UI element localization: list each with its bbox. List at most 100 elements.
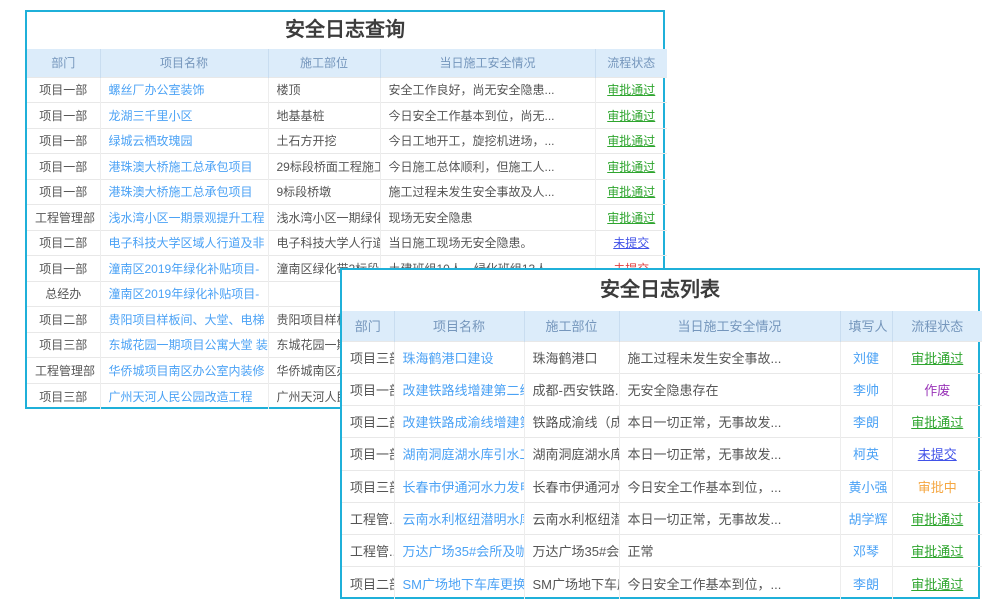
project-name-link[interactable]: 长春市伊通河水力发电厂... [394,470,524,502]
cell-department: 项目一部 [27,128,100,154]
writer-link[interactable]: 邓琴 [840,535,892,567]
cell-safety-situation: 今日安全工作基本到位，尚无... [380,103,595,129]
cell-safety-situation: 施工过程未发生安全事故... [619,341,840,373]
table-row: 项目三部珠海鹤港口建设珠海鹤港口施工过程未发生安全事故...刘健审批通过 [342,341,982,373]
cell-department: 工程管... [342,535,394,567]
status-link[interactable]: 审批通过 [892,406,982,438]
cell-department: 项目三部 [27,383,100,409]
cell-department: 项目一部 [27,256,100,282]
page-title: 安全日志查询 [27,12,663,49]
status-link[interactable]: 审批通过 [892,567,982,599]
status-link[interactable]: 审批通过 [595,103,667,129]
project-name-link[interactable]: 港珠澳大桥施工总承包项目 [100,179,268,205]
cell-construction-location: 铁路成渝线（成... [524,406,619,438]
cell-department: 项目三部 [342,341,394,373]
writer-link[interactable]: 黄小强 [840,470,892,502]
project-name-link[interactable]: 改建铁路成渝线增建第二... [394,406,524,438]
project-name-link[interactable]: 潼南区2019年绿化补贴项目- [100,281,268,307]
status-link[interactable]: 审批中 [892,470,982,502]
cell-construction-location: SM广场地下车库 [524,567,619,599]
cell-department: 项目二部 [342,567,394,599]
project-name-link[interactable]: 万达广场35#会所及咖啡... [394,535,524,567]
cell-department: 项目一部 [27,179,100,205]
table-row: 项目一部港珠澳大桥施工总承包项目9标段桥墩施工过程未发生安全事故及人...审批通… [27,179,667,205]
project-name-link[interactable]: 绿城云栖玫瑰园 [100,128,268,154]
status-link[interactable]: 未提交 [595,230,667,256]
cell-construction-location: 土石方开挖 [268,128,380,154]
cell-department: 总经办 [27,281,100,307]
writer-link[interactable]: 胡学辉 [840,502,892,534]
column-header: 流程状态 [595,49,667,77]
project-name-link[interactable]: 浅水湾小区一期景观提升工程 [100,205,268,231]
cell-construction-location: 电子科技大学人行道... [268,230,380,256]
cell-construction-location: 长春市伊通河水... [524,470,619,502]
table-row: 项目二部改建铁路成渝线增建第二...铁路成渝线（成...本日一切正常，无事故发.… [342,406,982,438]
table-row: 项目三部长春市伊通河水力发电厂...长春市伊通河水...今日安全工作基本到位，.… [342,470,982,502]
status-link[interactable]: 审批通过 [595,128,667,154]
project-name-link[interactable]: 龙湖三千里小区 [100,103,268,129]
status-link[interactable]: 作废 [892,373,982,405]
table-row: 项目一部龙湖三千里小区地基基桩今日安全工作基本到位，尚无...审批通过 [27,103,667,129]
cell-department: 项目三部 [342,470,394,502]
table-row: 项目一部改建铁路线增建第二线直...成都-西安铁路...无安全隐患存在李帅作废 [342,373,982,405]
cell-safety-situation: 今日安全工作基本到位，... [619,470,840,502]
header-row: 部门项目名称施工部位当日施工安全情况填写人流程状态 [342,311,982,341]
column-header: 项目名称 [394,311,524,341]
cell-safety-situation: 本日一切正常，无事故发... [619,438,840,470]
writer-link[interactable]: 李朗 [840,406,892,438]
project-name-link[interactable]: 珠海鹤港口建设 [394,341,524,373]
status-link[interactable]: 审批通过 [595,205,667,231]
project-name-link[interactable]: 潼南区2019年绿化补贴项目- [100,256,268,282]
status-link[interactable]: 审批通过 [595,154,667,180]
cell-safety-situation: 今日工地开工，旋挖机进场，... [380,128,595,154]
cell-safety-situation: 安全工作良好，尚无安全隐患... [380,77,595,103]
status-link[interactable]: 审批通过 [595,77,667,103]
column-header: 部门 [27,49,100,77]
writer-link[interactable]: 李帅 [840,373,892,405]
table-row: 项目一部绿城云栖玫瑰园土石方开挖今日工地开工，旋挖机进场，...审批通过 [27,128,667,154]
cell-construction-location: 湖南洞庭湖水库 [524,438,619,470]
column-header: 流程状态 [892,311,982,341]
column-header: 施工部位 [524,311,619,341]
status-link[interactable]: 未提交 [892,438,982,470]
cell-construction-location: 云南水利枢纽潜... [524,502,619,534]
writer-link[interactable]: 柯英 [840,438,892,470]
cell-department: 项目二部 [27,230,100,256]
project-name-link[interactable]: 东城花园一期项目公寓大堂 装 [100,332,268,358]
cell-safety-situation: 正常 [619,535,840,567]
project-name-link[interactable]: 广州天河人民公园改造工程 [100,383,268,409]
table-row: 工程管...万达广场35#会所及咖啡...万达广场35#会...正常邓琴审批通过 [342,535,982,567]
status-link[interactable]: 审批通过 [595,179,667,205]
cell-construction-location: 成都-西安铁路... [524,373,619,405]
cell-department: 项目一部 [342,373,394,405]
column-header: 填写人 [840,311,892,341]
project-name-link[interactable]: 湖南洞庭湖水库引水工程... [394,438,524,470]
project-name-link[interactable]: 港珠澳大桥施工总承包项目 [100,154,268,180]
cell-department: 项目二部 [342,406,394,438]
table-row: 项目一部湖南洞庭湖水库引水工程...湖南洞庭湖水库本日一切正常，无事故发...柯… [342,438,982,470]
cell-safety-situation: 今日施工总体顺利，但施工人... [380,154,595,180]
cell-safety-situation: 本日一切正常，无事故发... [619,406,840,438]
project-name-link[interactable]: 螺丝厂办公室装饰 [100,77,268,103]
status-link[interactable]: 审批通过 [892,341,982,373]
cell-safety-situation: 当日施工现场无安全隐患。 [380,230,595,256]
column-header: 施工部位 [268,49,380,77]
project-name-link[interactable]: 华侨城项目南区办公室内装修 [100,358,268,384]
table-row: 项目二部电子科技大学区域人行道及非电子科技大学人行道...当日施工现场无安全隐患… [27,230,667,256]
cell-construction-location: 29标段桥面工程施工 [268,154,380,180]
cell-construction-location: 9标段桥墩 [268,179,380,205]
project-name-link[interactable]: SM广场地下车库更换摄... [394,567,524,599]
cell-department: 项目一部 [27,103,100,129]
project-name-link[interactable]: 贵阳项目样板间、大堂、电梯 [100,307,268,333]
project-name-link[interactable]: 改建铁路线增建第二线直... [394,373,524,405]
cell-construction-location: 地基基桩 [268,103,380,129]
status-link[interactable]: 审批通过 [892,502,982,534]
project-name-link[interactable]: 电子科技大学区域人行道及非 [100,230,268,256]
project-name-link[interactable]: 云南水利枢纽潜明水库一... [394,502,524,534]
cell-construction-location: 浅水湾小区一期绿化地 [268,205,380,231]
cell-safety-situation: 现场无安全隐患 [380,205,595,231]
cell-construction-location: 万达广场35#会... [524,535,619,567]
writer-link[interactable]: 刘健 [840,341,892,373]
status-link[interactable]: 审批通过 [892,535,982,567]
writer-link[interactable]: 李朗 [840,567,892,599]
